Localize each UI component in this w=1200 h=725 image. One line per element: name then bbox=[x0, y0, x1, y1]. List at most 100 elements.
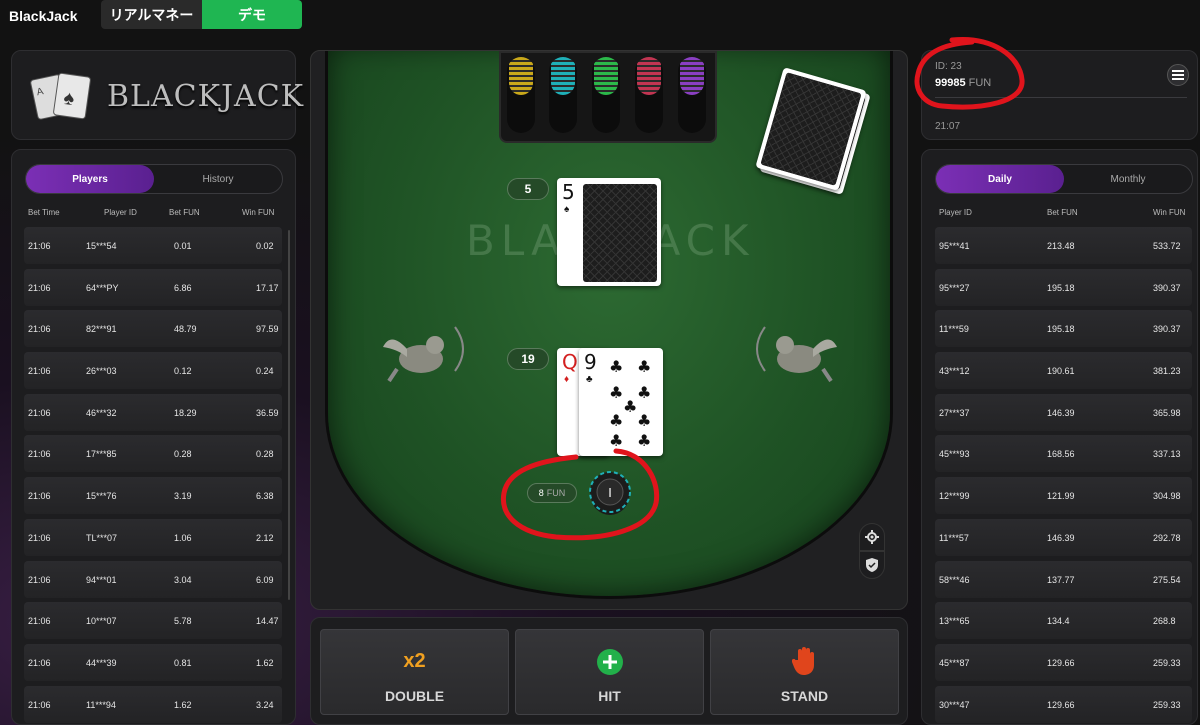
table-row: 21:06 44***39 0.81 1.62 bbox=[24, 643, 282, 681]
bet-amount: 3.19 bbox=[174, 491, 192, 502]
bet-amount: 146.39 bbox=[1047, 532, 1075, 543]
bet-amount: 6.86 bbox=[174, 282, 192, 293]
svg-text:♣: ♣ bbox=[609, 411, 623, 430]
cupid-left-icon bbox=[383, 326, 464, 383]
balance-value: 99985 bbox=[935, 77, 966, 89]
win-amount: 533.72 bbox=[1153, 241, 1181, 251]
bet-amount: 48.79 bbox=[174, 324, 197, 335]
hand-icon bbox=[791, 647, 814, 675]
player-id: 44***39 bbox=[86, 657, 117, 668]
win-amount: 0.02 bbox=[256, 241, 274, 251]
shield-icon bbox=[866, 558, 878, 572]
player-id: 45***93 bbox=[939, 449, 970, 460]
card-suit: ♦ bbox=[564, 374, 570, 385]
bet-amount: 168.56 bbox=[1047, 449, 1075, 460]
win-amount: 390.37 bbox=[1153, 282, 1181, 293]
column-header-bet: Bet FUN bbox=[1047, 208, 1078, 217]
bet-amount: 1.06 bbox=[174, 532, 192, 543]
player-id: 17***85 bbox=[86, 449, 117, 460]
bet-amount: 3.04 bbox=[174, 574, 192, 585]
win-amount: 268.8 bbox=[1153, 616, 1176, 627]
player-id: 11***59 bbox=[939, 324, 969, 335]
dealer-hole-card bbox=[583, 184, 657, 282]
column-header-win: Win FUN bbox=[242, 208, 275, 217]
double-icon: x2 bbox=[403, 650, 426, 672]
player-card-2: 9 ♣ ♣ ♣ ♣ ♣ ♣ ♣ ♣ ♣ ♣ bbox=[579, 348, 663, 456]
bet-time: 21:06 bbox=[28, 282, 51, 293]
win-amount: 6.38 bbox=[256, 491, 274, 502]
bet-amount: 213.48 bbox=[1047, 241, 1075, 251]
svg-text:♣: ♣ bbox=[623, 397, 637, 416]
tab-players[interactable]: Players bbox=[26, 165, 154, 193]
chip-label: I bbox=[608, 486, 612, 500]
player-id: 10***07 bbox=[86, 616, 117, 627]
table-row: 21:06 26***03 0.12 0.24 bbox=[24, 352, 282, 390]
table-row: 43***12 190.61 381.23 bbox=[935, 352, 1192, 390]
win-amount: 259.33 bbox=[1153, 657, 1181, 668]
settings-button[interactable] bbox=[859, 523, 885, 551]
tab-monthly[interactable]: Monthly bbox=[1064, 165, 1192, 193]
chip-stack-cyan bbox=[549, 57, 577, 133]
column-header-player-id: Player ID bbox=[939, 208, 972, 217]
bet-amount: 8 bbox=[538, 488, 544, 498]
bet-amount: 121.99 bbox=[1047, 491, 1075, 502]
player-id: 94***01 bbox=[86, 574, 117, 585]
chip-stack-green bbox=[592, 57, 620, 133]
hit-button[interactable]: HIT bbox=[515, 629, 704, 715]
bet-time: 21:06 bbox=[28, 616, 51, 627]
action-bar: x2 DOUBLE HIT STAND bbox=[310, 617, 908, 725]
hamburger-icon bbox=[1172, 70, 1184, 80]
bet-amount: 134.4 bbox=[1047, 616, 1070, 627]
player-id: 12***99 bbox=[939, 491, 970, 502]
cards-logo-icon: A ♠ bbox=[30, 72, 91, 120]
top-bar: BlackJack リアルマネー デモ bbox=[0, 0, 1200, 37]
stand-button[interactable]: STAND bbox=[710, 629, 899, 715]
table-row: 21:06 17***85 0.28 0.28 bbox=[24, 435, 282, 473]
win-amount: 3.24 bbox=[256, 699, 274, 710]
bet-time: 21:06 bbox=[28, 574, 51, 585]
table-row: 11***57 146.39 292.78 bbox=[935, 518, 1192, 556]
balance-unit: FUN bbox=[968, 77, 992, 89]
hit-label: HIT bbox=[598, 688, 621, 704]
double-button[interactable]: x2 DOUBLE bbox=[320, 629, 509, 715]
player-id: 82***91 bbox=[86, 324, 117, 335]
win-amount: 381.23 bbox=[1153, 366, 1181, 377]
bet-amount: 137.77 bbox=[1047, 574, 1075, 585]
bet-amount: 0.12 bbox=[174, 366, 192, 377]
card-suit: ♠ bbox=[564, 204, 570, 215]
bet-time: 21:06 bbox=[28, 532, 51, 543]
bet-amount-badge: 8 FUN bbox=[527, 483, 577, 503]
svg-text:♣: ♣ bbox=[637, 357, 651, 376]
player-id: 95***41 bbox=[939, 241, 970, 251]
bet-time: 21:06 bbox=[28, 241, 51, 251]
leaderboard-list: 95***41 213.48 533.72 95***27 195.18 390.37 11… bbox=[935, 227, 1192, 725]
chip-stack-red bbox=[635, 57, 663, 133]
tab-history[interactable]: History bbox=[154, 165, 282, 193]
bet-amount: 0.28 bbox=[174, 449, 192, 460]
table-row: 45***87 129.66 259.33 bbox=[935, 643, 1192, 681]
stand-label: STAND bbox=[780, 688, 829, 704]
win-amount: 97.59 bbox=[256, 324, 279, 335]
win-amount: 304.98 bbox=[1153, 491, 1181, 502]
table-row: 95***41 213.48 533.72 bbox=[935, 227, 1192, 264]
bet-amount: 129.66 bbox=[1047, 699, 1075, 710]
win-amount: 6.09 bbox=[256, 574, 274, 585]
win-amount: 337.13 bbox=[1153, 449, 1181, 460]
player-id: 46***32 bbox=[86, 407, 117, 418]
player-id: 45***87 bbox=[939, 657, 970, 668]
win-amount: 36.59 bbox=[256, 407, 279, 418]
menu-button[interactable] bbox=[1167, 64, 1189, 86]
demo-button[interactable]: デモ bbox=[202, 0, 302, 29]
column-header-bet-time: Bet Time bbox=[28, 208, 60, 217]
leaderboard-tabs: Daily Monthly bbox=[935, 164, 1193, 194]
double-label: DOUBLE bbox=[384, 688, 445, 704]
bet-amount: 129.66 bbox=[1047, 657, 1075, 668]
tab-daily[interactable]: Daily bbox=[936, 165, 1064, 193]
fairness-button[interactable] bbox=[859, 551, 885, 579]
mode-switch: リアルマネー デモ bbox=[101, 0, 302, 29]
scrollbar[interactable] bbox=[288, 230, 290, 600]
player-id: TL***07 bbox=[86, 532, 118, 543]
player-id: 15***54 bbox=[86, 241, 117, 251]
real-money-button[interactable]: リアルマネー bbox=[101, 0, 202, 29]
chip-tray bbox=[499, 51, 717, 143]
